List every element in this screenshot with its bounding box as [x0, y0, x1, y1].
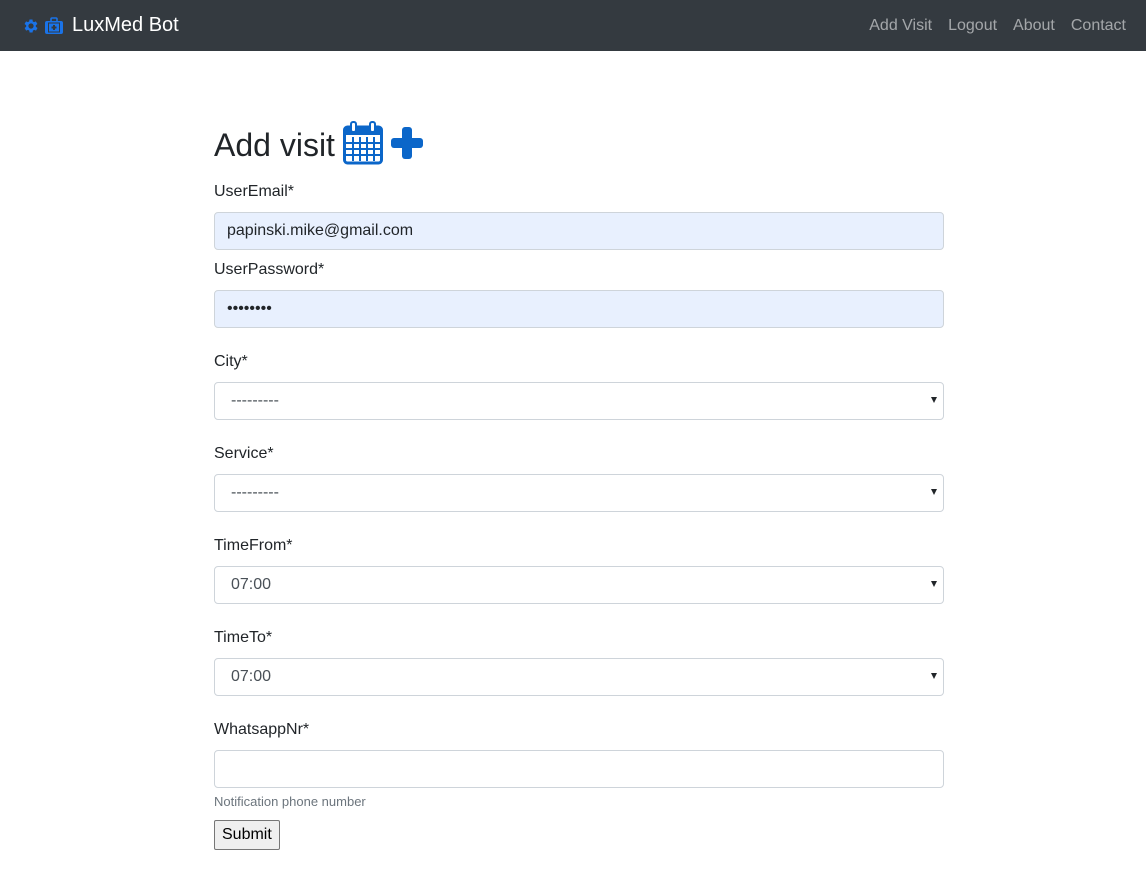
time-from-select[interactable]: 07:00 [214, 566, 944, 604]
password-field[interactable]: •••••••• [214, 290, 944, 328]
chevron-down-icon [931, 489, 937, 495]
calendar-icon [342, 120, 383, 170]
add-visit-form-container: Add visit UserEmail* papinski.mike@gmail… [214, 118, 944, 850]
whatsapp-field[interactable] [214, 750, 944, 788]
whatsapp-help-text: Notification phone number [214, 794, 366, 809]
page-title: Add visit [214, 126, 335, 163]
time-from-select-value: 07:00 [231, 576, 272, 593]
medkit-icon [44, 16, 64, 35]
city-select[interactable]: --------- [214, 382, 944, 420]
email-label: UserEmail* [214, 183, 295, 200]
time-to-select-value: 07:00 [231, 668, 272, 685]
city-label: City* [214, 353, 248, 370]
time-from-group: TimeFrom* 07:00 [214, 536, 944, 604]
service-label: Service* [214, 445, 274, 462]
gear-icon [22, 17, 40, 35]
time-to-group: TimeTo* 07:00 [214, 628, 944, 696]
chevron-down-icon [931, 397, 937, 403]
nav-add-visit[interactable]: Add Visit [869, 17, 932, 35]
brand-name: LuxMed Bot [72, 14, 179, 36]
navbar: LuxMed Bot Add Visit Logout About Contac… [0, 0, 1146, 51]
time-to-label: TimeTo* [214, 629, 273, 646]
service-select[interactable]: --------- [214, 474, 944, 512]
service-select-value: --------- [231, 484, 279, 501]
nav-links: Add Visit Logout About Contact [869, 17, 1126, 35]
password-group: UserPassword* •••••••• [214, 250, 944, 328]
brand-link[interactable]: LuxMed Bot [22, 14, 179, 37]
chevron-down-icon [931, 581, 937, 587]
whatsapp-group: WhatsappNr* Notification phone number [214, 720, 944, 810]
whatsapp-label: WhatsappNr* [214, 721, 310, 738]
nav-contact[interactable]: Contact [1071, 17, 1126, 35]
nav-logout[interactable]: Logout [948, 17, 997, 35]
city-select-value: --------- [231, 392, 279, 409]
plus-icon [389, 125, 425, 166]
city-group: City* --------- [214, 352, 944, 420]
email-group: UserEmail* papinski.mike@gmail.com [214, 182, 944, 250]
password-label: UserPassword* [214, 261, 325, 278]
chevron-down-icon [931, 673, 937, 679]
email-field[interactable]: papinski.mike@gmail.com [214, 212, 944, 250]
time-from-label: TimeFrom* [214, 537, 293, 554]
service-group: Service* --------- [214, 444, 944, 512]
submit-button[interactable]: Submit [214, 820, 280, 850]
title-icons [342, 120, 425, 170]
page-header: Add visit [214, 118, 944, 172]
time-to-select[interactable]: 07:00 [214, 658, 944, 696]
nav-about[interactable]: About [1013, 17, 1055, 35]
